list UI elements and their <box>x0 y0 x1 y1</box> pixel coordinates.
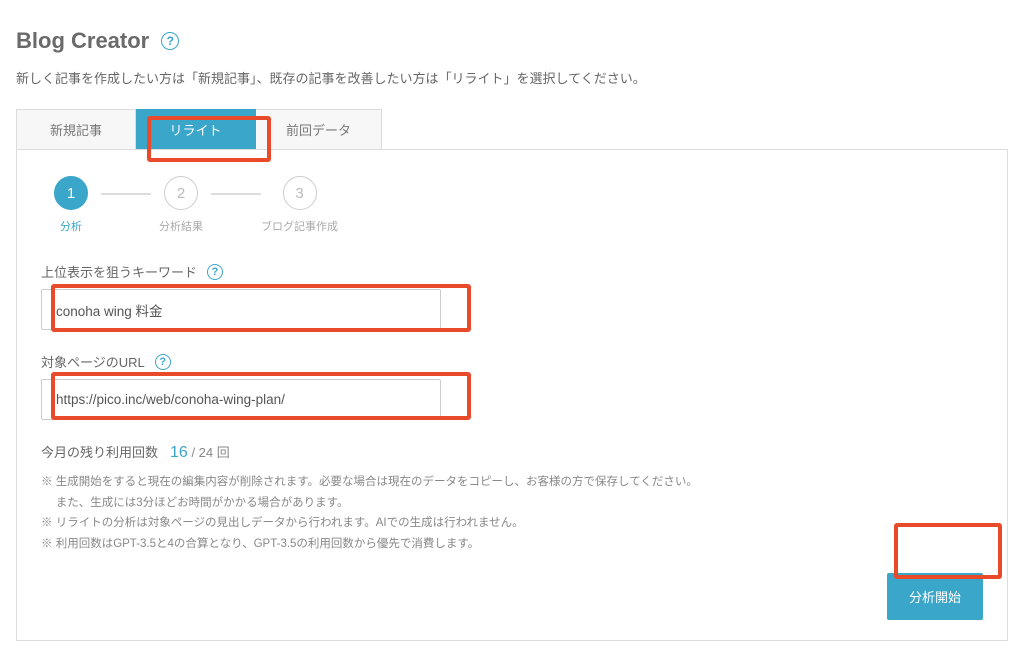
keyword-input[interactable] <box>41 289 441 330</box>
step-3: 3 ブログ記事作成 <box>261 176 338 234</box>
url-input[interactable] <box>41 379 441 420</box>
step-3-label: ブログ記事作成 <box>261 218 338 234</box>
help-icon[interactable]: ? <box>207 264 223 280</box>
help-icon[interactable]: ? <box>161 32 179 50</box>
step-connector <box>101 193 151 195</box>
usage-label: 今月の残り利用回数 <box>41 442 158 461</box>
note-line: ※ リライトの分析は対象ページの見出しデータから行われます。AIでの生成は行われ… <box>41 513 983 534</box>
tab-bar: 新規記事 リライト 前回データ <box>16 109 1008 150</box>
tab-previous-data[interactable]: 前回データ <box>256 109 382 149</box>
keyword-label: 上位表示を狙うキーワード <box>41 262 197 281</box>
url-label: 対象ページのURL <box>41 352 145 371</box>
step-indicator: 1 分析 2 分析結果 3 ブログ記事作成 <box>41 176 983 234</box>
step-connector <box>211 193 261 195</box>
note-line: ※ 利用回数はGPT-3.5と4の合算となり、GPT-3.5の利用回数から優先で… <box>41 534 983 555</box>
usage-total: / 24 回 <box>191 445 229 460</box>
help-icon[interactable]: ? <box>155 354 171 370</box>
step-1-circle: 1 <box>54 176 88 210</box>
tab-new-article[interactable]: 新規記事 <box>16 109 136 149</box>
step-2: 2 分析結果 <box>151 176 211 234</box>
step-1-label: 分析 <box>41 218 101 234</box>
page-title: Blog Creator <box>16 28 149 54</box>
main-panel: 1 分析 2 分析結果 3 ブログ記事作成 上位表示を狙うキーワード ? <box>16 150 1008 641</box>
step-2-label: 分析結果 <box>151 218 211 234</box>
step-3-circle: 3 <box>283 176 317 210</box>
page-subtitle: 新しく記事を作成したい方は「新規記事」、既存の記事を改善したい方は「リライト」を… <box>16 68 1008 87</box>
step-1: 1 分析 <box>41 176 101 234</box>
step-2-circle: 2 <box>164 176 198 210</box>
usage-notes: ※ 生成開始をすると現在の編集内容が削除されます。必要な場合は現在のデータをコピ… <box>41 472 983 555</box>
note-line: ※ 生成開始をすると現在の編集内容が削除されます。必要な場合は現在のデータをコピ… <box>41 472 983 493</box>
usage-count: 16 <box>170 444 188 461</box>
tab-rewrite[interactable]: リライト <box>136 109 256 149</box>
note-line: また、生成には3分ほどお時間がかかる場合があります。 <box>41 493 983 514</box>
